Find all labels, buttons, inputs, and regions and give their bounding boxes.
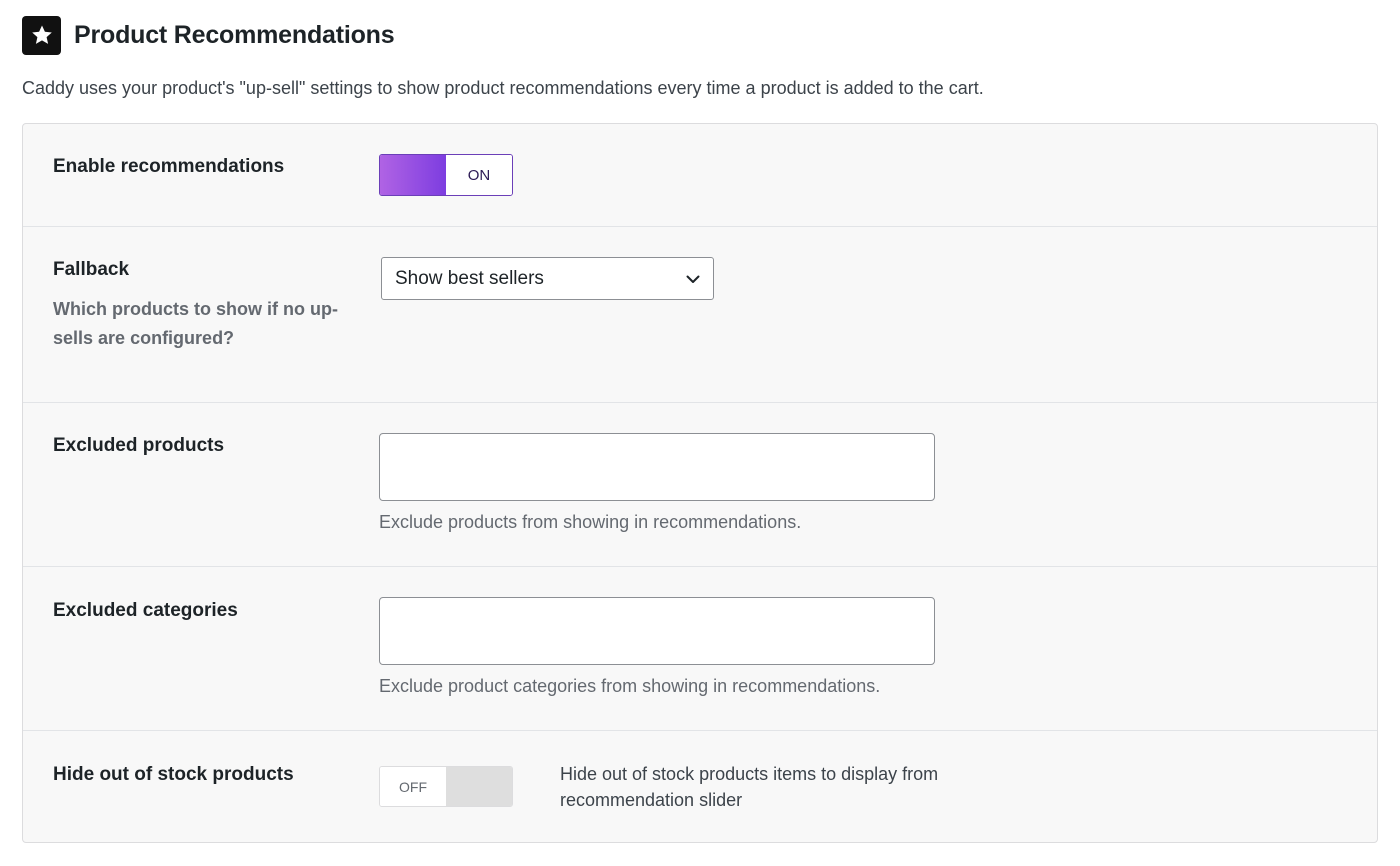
excluded-products-description: Exclude products from showing in recomme…	[379, 512, 802, 532]
toggle-fill	[446, 767, 512, 806]
excluded-categories-row: Excluded categories Exclude product cate…	[23, 567, 1377, 731]
hide-out-of-stock-label: Hide out of stock products	[53, 764, 294, 785]
enable-recommendations-row: Enable recommendations ON	[23, 124, 1377, 227]
excluded-categories-label: Excluded categories	[53, 600, 238, 621]
hide-out-of-stock-row: Hide out of stock products OFF Hide out …	[23, 731, 1377, 842]
toggle-state-label: OFF	[380, 767, 446, 806]
chevron-down-icon	[686, 275, 700, 283]
fallback-label: Fallback	[53, 259, 130, 280]
page-header: Product Recommendations	[22, 15, 395, 55]
toggle-state-label: ON	[446, 155, 512, 195]
hide-out-of-stock-description: Hide out of stock products items to disp…	[560, 764, 939, 810]
toggle-fill	[380, 155, 446, 195]
excluded-categories-input[interactable]	[379, 597, 935, 665]
hide-out-of-stock-toggle[interactable]: OFF	[379, 766, 513, 807]
excluded-products-row: Excluded products Exclude products from …	[23, 403, 1377, 567]
enable-recommendations-label: Enable recommendations	[53, 156, 285, 177]
fallback-help: Which products to show if no up-sells ar…	[53, 299, 338, 348]
intro-text: Caddy uses your product's "up-sell" sett…	[22, 78, 984, 98]
fallback-select[interactable]: Show best sellers	[381, 257, 714, 300]
fallback-row: Fallback Which products to show if no up…	[23, 227, 1377, 403]
settings-panel: Enable recommendations ON Fallback Which…	[22, 123, 1378, 843]
star-icon	[22, 15, 61, 55]
enable-recommendations-toggle[interactable]: ON	[379, 154, 513, 196]
excluded-products-input[interactable]	[379, 433, 935, 501]
excluded-categories-description: Exclude product categories from showing …	[379, 676, 881, 696]
excluded-products-label: Excluded products	[53, 435, 225, 456]
page-title: Product Recommendations	[74, 20, 395, 49]
fallback-selected-value: Show best sellers	[395, 267, 544, 289]
